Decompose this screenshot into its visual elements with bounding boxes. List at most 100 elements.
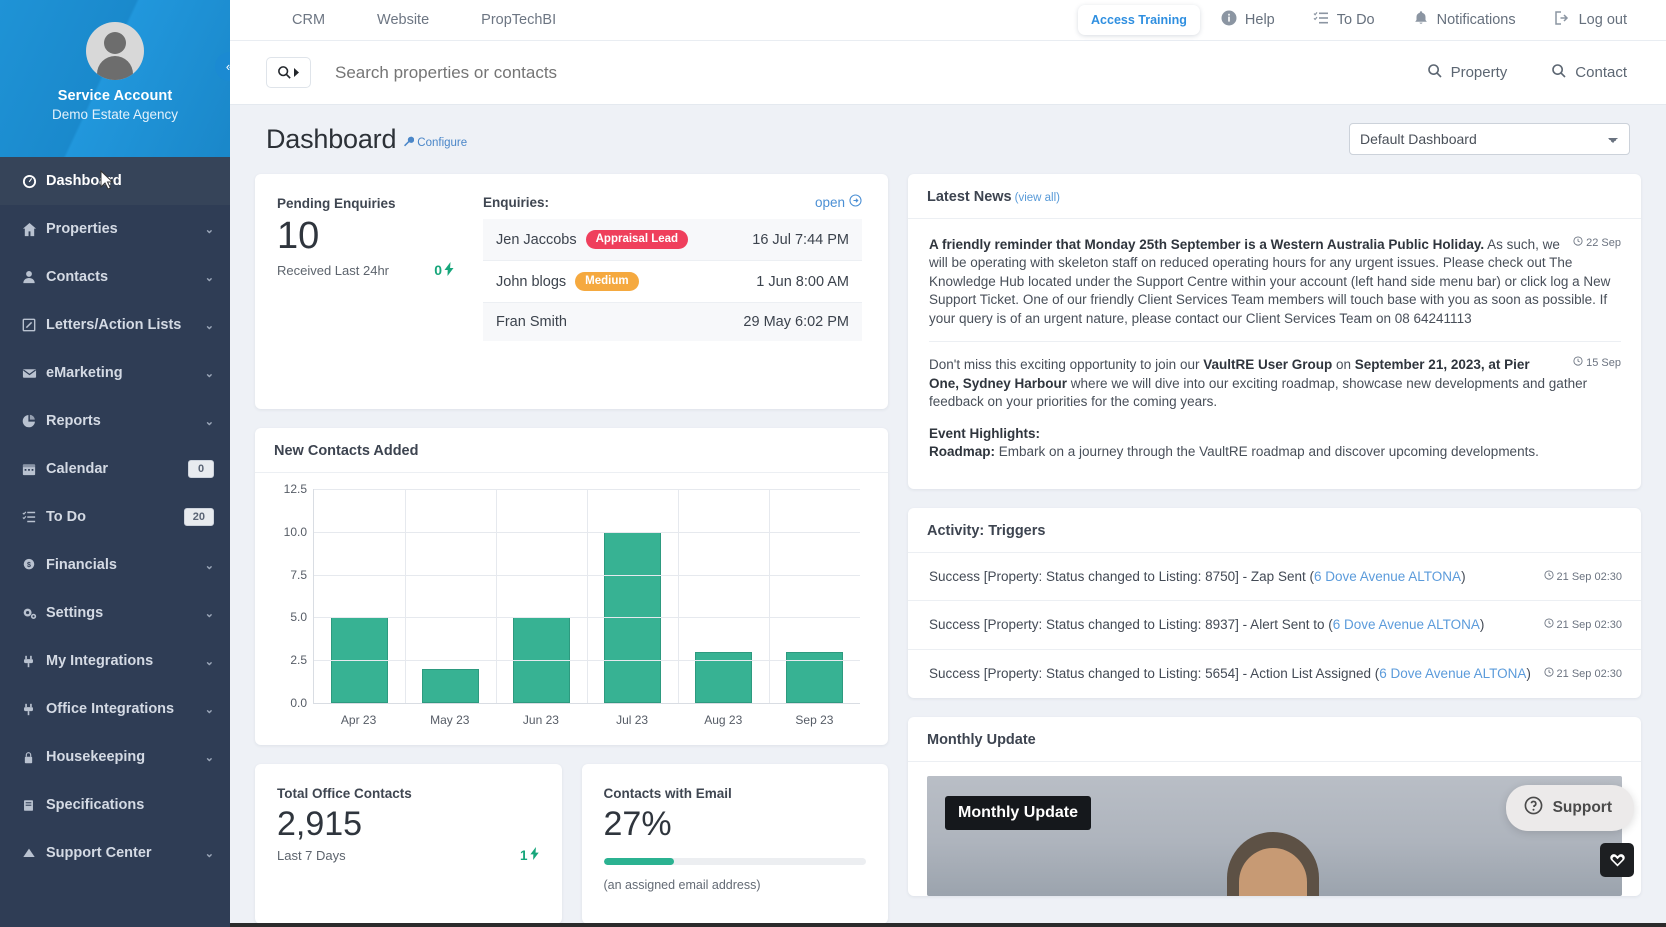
sidebar-item-housekeeping[interactable]: Housekeeping ⌄ [0,733,230,781]
enquiry-name: Jen Jaccobs [496,231,577,248]
trigger-time: 21 Sep 02:30 [1543,567,1622,587]
gears-icon [22,606,46,621]
property-search-label: Property [1450,64,1508,81]
checklist-icon [22,510,46,524]
view-all-link[interactable]: (view all) [1015,192,1060,204]
chart-y-tick: 12.5 [283,482,307,496]
chart-bar-cell [769,489,860,703]
total-office-contacts-value: 2,915 [277,805,363,843]
calendar-icon [22,462,46,476]
sidebar-item-label: Financials [46,557,117,573]
sidebar-item-label: My Integrations [46,653,154,669]
chart-vertical-gridline [678,489,679,703]
sidebar-item-label: Contacts [46,269,109,285]
sidebar-item-calendar[interactable]: Calendar 0 [0,445,230,493]
home-icon [22,222,46,237]
property-search-link[interactable]: Property [1410,63,1525,83]
chart-y-tick: 10.0 [283,524,307,539]
news-heading: A friendly reminder that Monday 25th Sep… [929,237,1485,252]
sidebar-collapse-button[interactable]: « [215,52,230,81]
trigger-text: Success [Property: Status changed to Lis… [929,664,1534,684]
property-link[interactable]: 6 Dove Avenue ALTONA [1333,617,1480,632]
chart-bar-cell [496,489,587,703]
sidebar-item-office-integrations[interactable]: Office Integrations ⌄ [0,685,230,733]
trigger-time-text: 21 Sep 02:30 [1556,667,1622,680]
enquiries-open-link[interactable]: open [815,194,862,210]
chart-y-tick: 5.0 [290,610,307,625]
todo-link[interactable]: To Do [1296,10,1392,30]
trigger-text: Success [Property: Status changed to Lis… [929,567,1534,587]
sidebar-item-label: Office Integrations [46,701,175,717]
video-person [1227,831,1319,896]
sidebar-item-support-center[interactable]: Support Center ⌄ [0,829,230,877]
table-row[interactable]: John blogs Medium 1 Jun 8:00 AM [483,261,862,303]
sidebar-item-label: Calendar [46,461,109,477]
todo-label: To Do [1336,12,1375,28]
property-link[interactable]: 6 Dove Avenue ALTONA [1314,569,1461,584]
property-link[interactable]: 6 Dove Avenue ALTONA [1379,666,1526,681]
sidebar-menu: Dashboard Properties ⌄ Contacts ⌄ Letter… [0,157,230,877]
news-highlights-title: Event Highlights: [929,425,1040,441]
enquiry-time: 29 May 6:02 PM [743,314,849,330]
news-date: 22 Sep [1573,236,1621,251]
sidebar-item-letters-action-lists[interactable]: Letters/Action Lists ⌄ [0,301,230,349]
activity-triggers-title: Activity: Triggers [908,508,1641,553]
chevron-down-icon: ⌄ [204,607,214,620]
enquiry-time: 1 Jun 8:00 AM [756,273,849,290]
chart-body: 0.0 2.5 5.0 7.5 10.0 12.5 Apr 23 May 23 Jun 23 J… [255,473,888,745]
top-nav-crm[interactable]: CRM [266,12,351,28]
sidebar-item-contacts[interactable]: Contacts ⌄ [0,253,230,301]
sidebar-item-financials[interactable]: $ Financials ⌄ [0,541,230,589]
dashboard-select[interactable]: Default Dashboard [1349,123,1630,155]
contacts-with-email-label: Contacts with Email [603,786,732,801]
new-contacts-chart-card: New Contacts Added 0.0 2.5 5.0 7.5 10.0 12.5 … [255,428,888,745]
trigger-time-text: 21 Sep 02:30 [1556,570,1622,583]
sidebar-item-my-integrations[interactable]: My Integrations ⌄ [0,637,230,685]
chart-x-tick: Jun 23 [522,713,559,727]
search-caret-icon[interactable] [266,57,311,88]
sidebar-item-reports[interactable]: Reports ⌄ [0,397,230,445]
sidebar-item-specifications[interactable]: Specifications [0,781,230,829]
contacts-with-email-progress [603,858,866,865]
sidebar-item-todo[interactable]: To Do 20 [0,493,230,541]
sidebar-item-settings[interactable]: Settings ⌄ [0,589,230,637]
chart-bar-cell [587,489,678,703]
latest-news-title: Latest News [927,189,1012,205]
help-link[interactable]: Help [1204,10,1292,30]
chart-y-tick: 0.0 [290,696,307,710]
access-training-button[interactable]: Access Training [1078,5,1200,35]
chart-x-tick: Apr 23 [340,713,377,727]
sidebar-item-emarketing[interactable]: eMarketing ⌄ [0,349,230,397]
sidebar-item-properties[interactable]: Properties ⌄ [0,205,230,253]
user-avatar-icon [86,22,144,80]
envelope-icon [22,366,46,381]
configure-link[interactable]: Configure [403,136,467,150]
help-label: Help [1244,12,1275,28]
top-nav-proptechbi[interactable]: PropTechBI [455,12,582,28]
top-nav-website[interactable]: Website [351,12,455,28]
contact-search-link[interactable]: Contact [1534,63,1644,83]
notifications-label: Notifications [1436,12,1516,28]
chart-bar[interactable] [422,668,479,703]
chart-vertical-gridline [405,489,406,703]
favourite-button[interactable] [1600,843,1634,877]
total-office-contacts-delta-value: 1 [519,847,528,863]
sidebar-item-label: Properties [46,221,118,237]
chart-vertical-gridline [496,489,497,703]
support-button[interactable]: Support [1505,785,1634,831]
latest-news-body: 22 Sep A friendly reminder that Monday 2… [908,219,1641,489]
table-row[interactable]: Fran Smith 29 May 6:02 PM [483,303,862,341]
chart-x-axis: Apr 23 May 23 Jun 23 Jul 23 Aug 23 Sep 23 [313,703,860,727]
search-input[interactable] [335,62,895,83]
notifications-link[interactable]: Notifications [1396,10,1533,30]
news-item: 22 Sep A friendly reminder that Monday 2… [929,236,1621,341]
enquiry-name: Fran Smith [496,314,567,330]
chevron-down-icon: ⌄ [204,271,214,284]
dollar-badge-icon: $ [22,558,46,572]
gauge-icon [22,174,46,189]
chevron-down-icon: ⌄ [204,415,214,428]
sidebar-item-dashboard[interactable]: Dashboard [0,157,230,205]
logout-link[interactable]: Log out [1537,10,1644,30]
status-badge: Appraisal Lead [585,230,689,249]
table-row[interactable]: Jen Jaccobs Appraisal Lead 16 Jul 7:44 P… [483,219,862,261]
